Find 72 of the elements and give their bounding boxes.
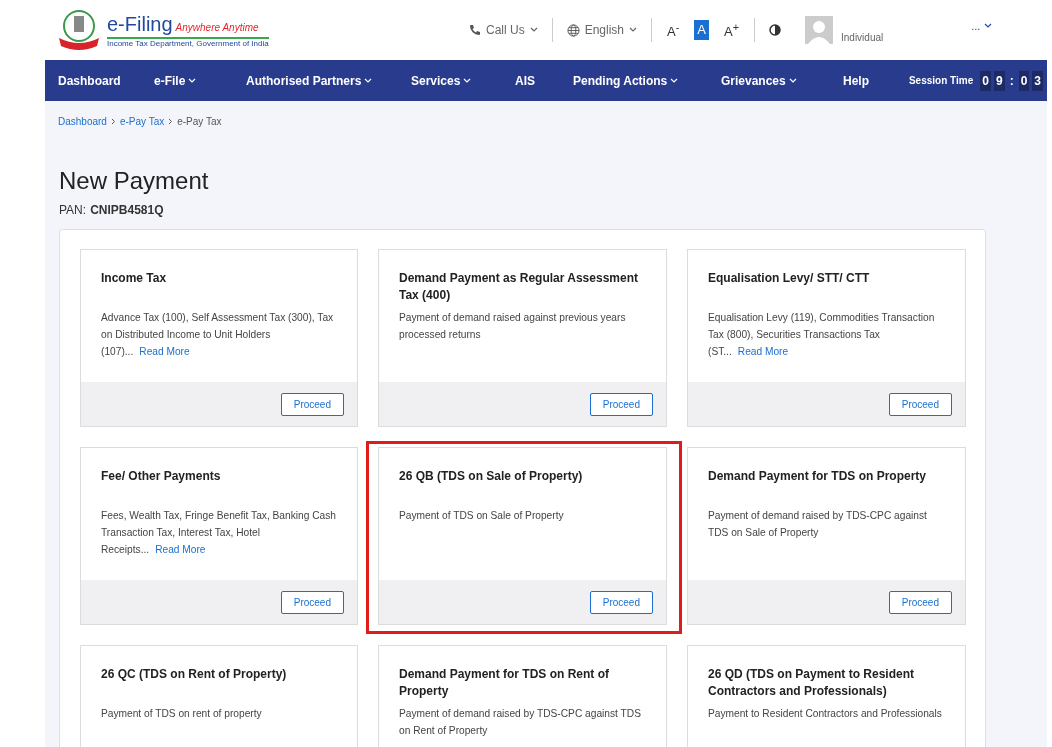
proceed-button[interactable]: Proceed [589,392,653,416]
nav-item[interactable]: Dashboard [58,73,154,88]
card-description: Payment of TDS on rent of property [101,707,263,721]
user-name[interactable]: ... [971,20,981,32]
logo-tagline: Anywhere Anytime [175,21,259,33]
card-title: Income Tax [101,270,168,287]
avatar-icon [805,16,833,44]
card-description: Fees, Wealth Tax, Fringe Benefit Tax, Banking Cash Transaction Tax, Interest Tax, Hotel Receipts... Read More [101,509,337,557]
card-title: 26 QB (TDS on Sale of Property) [399,468,584,485]
caret-icon [629,27,638,33]
nav-item[interactable]: Authorised Partners [246,73,411,88]
proceed-button[interactable]: Proceed [280,590,344,614]
pan-value: CNIPB4581Q [90,203,164,217]
proceed-button[interactable]: Proceed [589,590,653,614]
contrast-icon[interactable] [769,24,781,36]
font-size-button[interactable]: A$^{+}$ [721,19,742,41]
logo-title: e-Filing [107,12,173,36]
session-digit: 3 [1032,70,1043,91]
nav-item[interactable]: Grievances [721,73,843,88]
nav-item[interactable]: Help [843,73,895,88]
read-more-link[interactable]: Read More [155,544,206,555]
proceed-button[interactable]: Proceed [888,392,952,416]
nav-item[interactable]: e-File [154,73,246,88]
font-size-button[interactable]: A$^{-}$ [664,19,683,41]
nav-item[interactable]: Pending Actions [573,73,721,88]
breadcrumb-item[interactable]: e-Pay Tax [177,116,222,127]
call-us-link[interactable]: Call Us [486,23,525,37]
card-description: Payment of demand raised by TDS-CPC against TDS on Rent of Property [399,707,642,738]
card-description: Payment to Resident Contractors and Professionals [708,707,943,721]
card-title: Equalisation Levy/ STT/ CTT [708,270,871,287]
proceed-button[interactable]: Proceed [888,590,952,614]
card-description: Advance Tax (100), Self Assessment Tax (300), Tax on Distributed Income to Unit Holders (107)... Read More [101,311,335,359]
session-digit: 0 [1018,70,1030,91]
globe-icon [566,23,580,37]
emblem-logo [57,8,101,52]
chevron-icon [168,118,174,125]
card-title: Demand Payment for TDS on Property [708,468,928,485]
session-digit: 9 [993,70,1005,91]
language-selector[interactable]: English [584,23,625,37]
card-description: Payment of demand raised by TDS-CPC against TDS on Sale of Property [708,509,928,540]
proceed-button[interactable]: Proceed [280,392,344,416]
nav-item[interactable]: Services [411,73,515,88]
user-role: Individual [841,31,884,43]
card-title: Demand Payment for TDS on Rent of Property [399,666,611,700]
breadcrumb-item[interactable]: e-Pay Tax [119,116,165,127]
caret-icon [364,77,373,84]
caret-icon [788,77,797,84]
read-more-link[interactable]: Read More [737,346,789,357]
phone-icon [469,24,481,36]
card-title: Demand Payment as Regular Assessment Tax (400) [399,270,639,304]
read-more-link[interactable]: Read More [139,346,190,357]
pan-label: PAN: [59,203,87,217]
card-description: Payment of demand raised against previous years processed returns [399,311,627,342]
caret-icon [188,77,197,84]
caret-icon [670,77,679,84]
session-label: Session Time [908,75,974,86]
card-title: Fee/ Other Payments [101,468,222,485]
session-digit: 0 [980,70,991,91]
breadcrumb-item[interactable]: Dashboard [58,116,107,127]
card-title: 26 QC (TDS on Rent of Property) [101,666,288,683]
caret-icon [529,27,538,33]
card-description: Equalisation Levy (119), Commodities Transaction Tax (800), Securities Transactions Tax (ST... Read More [708,311,936,359]
session-digit: : [1008,72,1015,90]
card-title: 26 QD (TDS on Payment to Resident Contractors and Professionals) [708,666,916,700]
logo-subtitle: Income Tax Department, Government of India [107,38,269,48]
font-size-button[interactable]: A [694,19,709,41]
nav-item[interactable]: AIS [515,73,573,88]
chevron-icon [110,118,116,125]
caret-icon [984,23,993,29]
caret-icon [463,77,472,84]
card-description: Payment of TDS on Sale of Property [399,509,565,523]
page-title: New Payment [59,167,210,195]
